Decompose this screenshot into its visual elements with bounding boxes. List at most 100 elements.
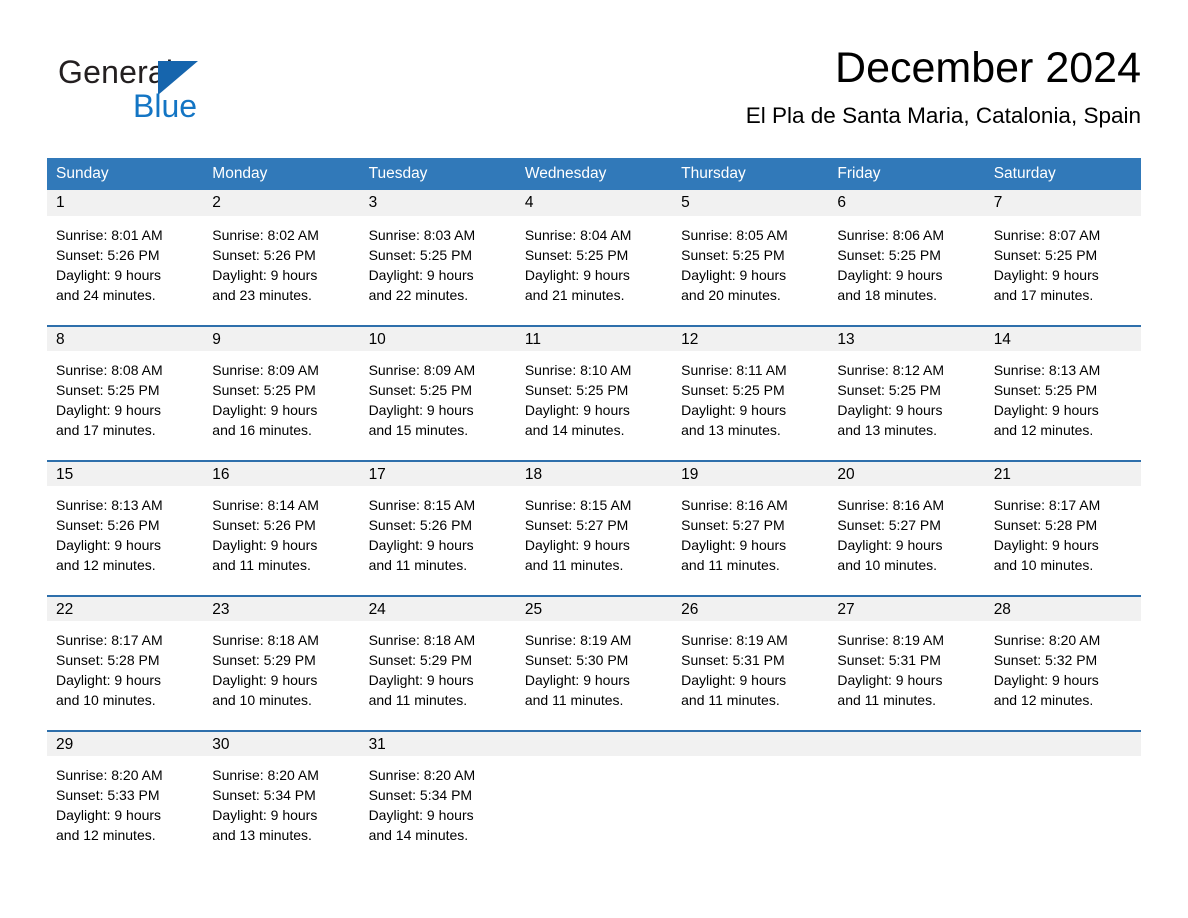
day-details [516, 756, 672, 765]
calendar-day-cell[interactable]: 11 Sunrise: 8:10 AM Sunset: 5:25 PM Dayligh… [515, 325, 673, 460]
day-number: 9 [203, 325, 360, 351]
day-cell-inner: 11 Sunrise: 8:10 AM Sunset: 5:25 PM Dayligh… [515, 325, 673, 460]
day-cell-inner: 17 Sunrise: 8:15 AM Sunset: 5:26 PM Dayligh… [359, 460, 516, 595]
calendar-day-cell[interactable]: 8 Sunrise: 8:08 AM Sunset: 5:25 PM Daylight… [47, 325, 204, 460]
daylight-text-line2: and 18 minutes. [837, 287, 938, 303]
calendar-day-cell[interactable]: 26 Sunrise: 8:19 AM Sunset: 5:31 PM Dayligh… [672, 595, 829, 730]
sunrise-text: Sunrise: 8:15 AM [368, 497, 476, 513]
sunrise-text: Sunrise: 8:20 AM [993, 632, 1101, 648]
day-number: 18 [515, 460, 673, 486]
sunset-text: Sunset: 5:31 PM [837, 652, 941, 668]
calendar-day-cell[interactable]: 2 Sunrise: 8:02 AM Sunset: 5:26 PM Daylight… [203, 190, 360, 325]
calendar-body: 1 Sunrise: 8:01 AM Sunset: 5:26 PM Daylight… [47, 190, 1141, 865]
daylight-text-line2: and 15 minutes. [368, 422, 469, 438]
calendar-day-cell[interactable]: 1 Sunrise: 8:01 AM Sunset: 5:26 PM Daylight… [47, 190, 204, 325]
calendar-day-cell[interactable]: 7 Sunrise: 8:07 AM Sunset: 5:25 PM Daylight… [984, 190, 1141, 325]
day-number: 2 [203, 190, 360, 216]
daylight-text-line1: Daylight: 9 hours [368, 807, 474, 823]
daylight-text-line2: and 11 minutes. [681, 557, 780, 573]
sunrise-text: Sunrise: 8:16 AM [837, 497, 945, 513]
day-number: 19 [672, 460, 829, 486]
sunrise-text: Sunrise: 8:15 AM [524, 497, 632, 513]
calendar-day-cell[interactable]: 27 Sunrise: 8:19 AM Sunset: 5:31 PM Dayligh… [828, 595, 985, 730]
daylight-text-line1: Daylight: 9 hours [368, 672, 474, 688]
calendar-day-cell[interactable]: 29 Sunrise: 8:20 AM Sunset: 5:33 PM Dayligh… [47, 730, 204, 865]
general-blue-logo[interactable]: General Blue [58, 52, 258, 130]
calendar-day-cell[interactable]: 20 Sunrise: 8:16 AM Sunset: 5:27 PM Dayligh… [828, 460, 985, 595]
daylight-text-line1: Daylight: 9 hours [837, 267, 943, 283]
calendar-day-cell[interactable]: 22 Sunrise: 8:17 AM Sunset: 5:28 PM Dayligh… [47, 595, 204, 730]
calendar-day-cell[interactable]: 14 Sunrise: 8:13 AM Sunset: 5:25 PM Dayligh… [984, 325, 1141, 460]
daylight-text-line1: Daylight: 9 hours [56, 267, 162, 283]
day-details: Sunrise: 8:20 AM Sunset: 5:32 PM Daylight:… [985, 621, 1141, 710]
sunrise-text: Sunrise: 8:18 AM [368, 632, 476, 648]
calendar-day-cell[interactable]: 21 Sunrise: 8:17 AM Sunset: 5:28 PM Dayligh… [984, 460, 1141, 595]
day-details: Sunrise: 8:14 AM Sunset: 5:26 PM Daylight:… [203, 486, 359, 575]
day-details: Sunrise: 8:19 AM Sunset: 5:30 PM Daylight:… [516, 621, 672, 710]
daylight-text-line2: and 10 minutes. [993, 557, 1094, 573]
sunrise-text: Sunrise: 8:20 AM [368, 767, 476, 783]
day-details: Sunrise: 8:10 AM Sunset: 5:25 PM Daylight:… [516, 351, 672, 440]
sunset-text: Sunset: 5:25 PM [368, 382, 473, 398]
day-cell-inner: 29 Sunrise: 8:20 AM Sunset: 5:33 PM Dayligh… [47, 730, 204, 865]
sunset-text: Sunset: 5:25 PM [524, 382, 629, 398]
sunset-text: Sunset: 5:31 PM [681, 652, 785, 668]
calendar-day-cell[interactable]: 18 Sunrise: 8:15 AM Sunset: 5:27 PM Dayligh… [515, 460, 673, 595]
day-cell-inner: 9 Sunrise: 8:09 AM Sunset: 5:25 PM Daylight… [203, 325, 360, 460]
calendar-day-cell[interactable] [515, 730, 673, 865]
sunrise-text: Sunrise: 8:17 AM [993, 497, 1101, 513]
sunrise-text: Sunrise: 8:08 AM [56, 362, 163, 378]
calendar-day-cell[interactable]: 6 Sunrise: 8:06 AM Sunset: 5:25 PM Daylight… [828, 190, 985, 325]
day-number [515, 730, 673, 756]
daylight-text-line1: Daylight: 9 hours [993, 267, 1099, 283]
day-cell-inner: 25 Sunrise: 8:19 AM Sunset: 5:30 PM Dayligh… [515, 595, 673, 730]
day-cell-inner: 20 Sunrise: 8:16 AM Sunset: 5:27 PM Dayligh… [828, 460, 985, 595]
calendar-day-cell[interactable]: 9 Sunrise: 8:09 AM Sunset: 5:25 PM Daylight… [203, 325, 360, 460]
sunset-text: Sunset: 5:25 PM [212, 382, 316, 398]
sunrise-text: Sunrise: 8:05 AM [681, 227, 788, 243]
day-cell-inner: 13 Sunrise: 8:12 AM Sunset: 5:25 PM Dayligh… [828, 325, 985, 460]
day-number: 10 [359, 325, 516, 351]
day-details: Sunrise: 8:16 AM Sunset: 5:27 PM Daylight:… [828, 486, 984, 575]
calendar-day-cell[interactable]: 30 Sunrise: 8:20 AM Sunset: 5:34 PM Dayligh… [203, 730, 360, 865]
calendar-day-cell[interactable]: 3 Sunrise: 8:03 AM Sunset: 5:25 PM Daylight… [359, 190, 516, 325]
calendar-day-cell[interactable]: 19 Sunrise: 8:16 AM Sunset: 5:27 PM Dayligh… [672, 460, 829, 595]
calendar-day-cell[interactable] [984, 730, 1141, 865]
calendar-day-cell[interactable]: 31 Sunrise: 8:20 AM Sunset: 5:34 PM Dayligh… [359, 730, 516, 865]
day-cell-inner: 1 Sunrise: 8:01 AM Sunset: 5:26 PM Daylight… [47, 190, 204, 325]
day-details [828, 756, 984, 765]
day-number [984, 730, 1141, 756]
daylight-text-line1: Daylight: 9 hours [368, 537, 474, 553]
day-details: Sunrise: 8:03 AM Sunset: 5:25 PM Daylight:… [360, 216, 516, 305]
daylight-text-line1: Daylight: 9 hours [993, 537, 1099, 553]
calendar-header-row: Sunday Monday Tuesday Wednesday Thursday… [47, 158, 1141, 190]
day-details: Sunrise: 8:17 AM Sunset: 5:28 PM Daylight:… [985, 486, 1141, 575]
calendar-day-cell[interactable]: 24 Sunrise: 8:18 AM Sunset: 5:29 PM Dayligh… [359, 595, 516, 730]
calendar-day-cell[interactable]: 12 Sunrise: 8:11 AM Sunset: 5:25 PM Dayligh… [672, 325, 829, 460]
calendar-day-cell[interactable]: 17 Sunrise: 8:15 AM Sunset: 5:26 PM Dayligh… [359, 460, 516, 595]
calendar-day-cell[interactable]: 25 Sunrise: 8:19 AM Sunset: 5:30 PM Dayligh… [515, 595, 673, 730]
calendar-day-cell[interactable] [672, 730, 829, 865]
day-details: Sunrise: 8:18 AM Sunset: 5:29 PM Daylight:… [203, 621, 359, 710]
calendar-day-cell[interactable]: 28 Sunrise: 8:20 AM Sunset: 5:32 PM Dayligh… [984, 595, 1141, 730]
calendar-day-cell[interactable]: 13 Sunrise: 8:12 AM Sunset: 5:25 PM Dayligh… [828, 325, 985, 460]
calendar-day-cell[interactable] [828, 730, 985, 865]
day-cell-inner: 23 Sunrise: 8:18 AM Sunset: 5:29 PM Dayligh… [203, 595, 360, 730]
daylight-text-line2: and 11 minutes. [681, 692, 780, 708]
calendar-day-cell[interactable]: 16 Sunrise: 8:14 AM Sunset: 5:26 PM Dayligh… [203, 460, 360, 595]
daylight-text-line1: Daylight: 9 hours [681, 402, 787, 418]
sunrise-text: Sunrise: 8:09 AM [212, 362, 319, 378]
day-number: 14 [984, 325, 1141, 351]
daylight-text-line1: Daylight: 9 hours [837, 537, 943, 553]
calendar-day-cell[interactable]: 15 Sunrise: 8:13 AM Sunset: 5:26 PM Dayligh… [47, 460, 204, 595]
daylight-text-line2: and 10 minutes. [212, 692, 312, 708]
daylight-text-line2: and 17 minutes. [993, 287, 1094, 303]
calendar-day-cell[interactable]: 23 Sunrise: 8:18 AM Sunset: 5:29 PM Dayligh… [203, 595, 360, 730]
daylight-text-line1: Daylight: 9 hours [56, 537, 162, 553]
sunrise-text: Sunrise: 8:13 AM [993, 362, 1101, 378]
sunrise-text: Sunrise: 8:10 AM [524, 362, 632, 378]
calendar-day-cell[interactable]: 4 Sunrise: 8:04 AM Sunset: 5:25 PM Daylight… [515, 190, 673, 325]
calendar-day-cell[interactable]: 5 Sunrise: 8:05 AM Sunset: 5:25 PM Daylight… [672, 190, 829, 325]
day-details: Sunrise: 8:13 AM Sunset: 5:25 PM Daylight:… [985, 351, 1141, 440]
calendar-day-cell[interactable]: 10 Sunrise: 8:09 AM Sunset: 5:25 PM Dayligh… [359, 325, 516, 460]
